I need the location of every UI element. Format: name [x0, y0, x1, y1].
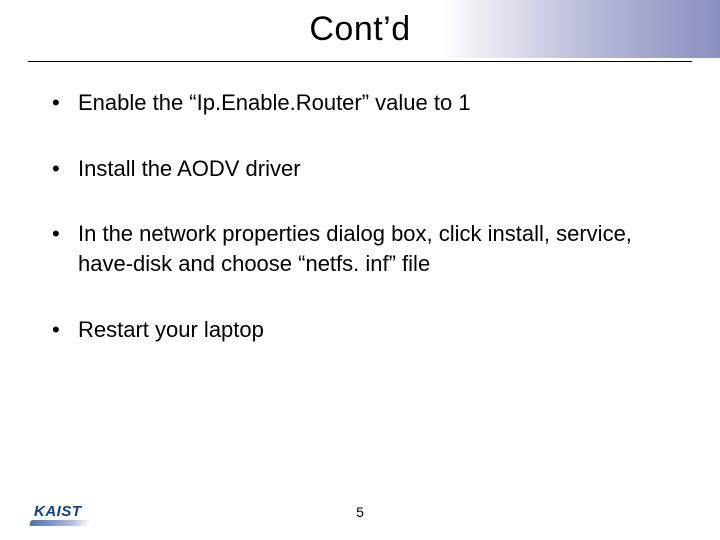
- logo-swipe-decoration: [29, 520, 91, 526]
- bullet-list: Enable the “Ip.Enable.Router” value to 1…: [52, 88, 668, 344]
- page-number: 5: [356, 504, 364, 520]
- slide: Cont’d Enable the “Ip.Enable.Router” val…: [0, 0, 720, 540]
- footer: KAIST 5: [0, 496, 720, 526]
- bullet-item: Install the AODV driver: [52, 154, 668, 184]
- bullet-item: In the network properties dialog box, cl…: [52, 219, 668, 278]
- title-underline: [28, 61, 692, 62]
- title-area: Cont’d: [0, 0, 720, 62]
- content-area: Enable the “Ip.Enable.Router” value to 1…: [0, 62, 720, 344]
- bullet-item: Enable the “Ip.Enable.Router” value to 1: [52, 88, 668, 118]
- kaist-logo: KAIST: [34, 503, 82, 520]
- slide-title: Cont’d: [0, 10, 720, 55]
- bullet-item: Restart your laptop: [52, 315, 668, 345]
